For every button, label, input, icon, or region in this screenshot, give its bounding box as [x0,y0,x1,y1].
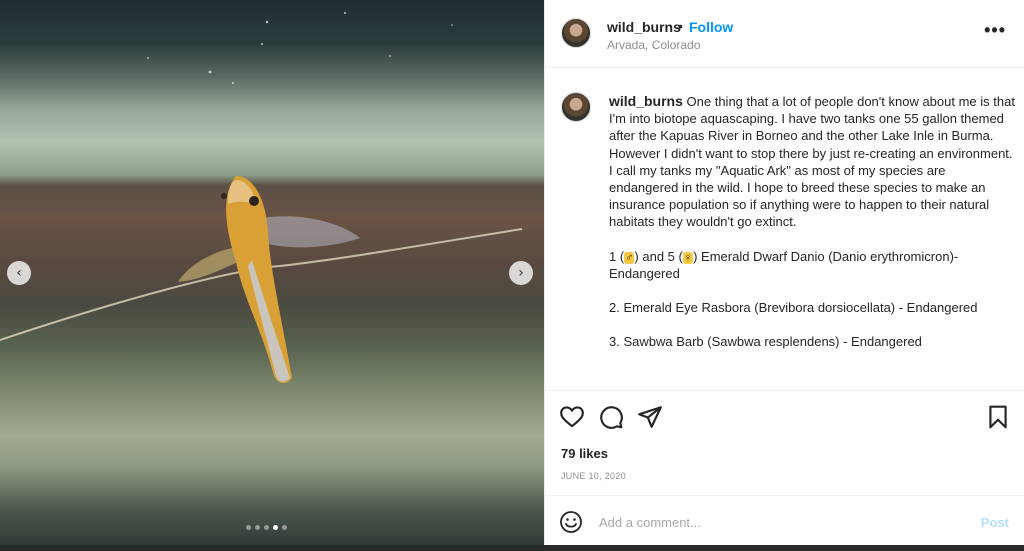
carousel-dot [264,525,269,530]
chevron-left-icon: ‹ [16,265,22,281]
post-comment-button[interactable]: Post [981,515,1009,530]
caption-paragraph-2: However I didn't want to stop there by j… [609,145,1013,230]
bottom-strip [0,545,1024,551]
caption-avatar[interactable] [561,92,591,122]
comment-icon[interactable] [598,404,624,430]
carousel-dot [246,525,251,530]
carousel-prev-button[interactable]: ‹ [7,261,31,285]
heart-icon[interactable] [559,404,585,430]
species-line-3: 3. Sawbwa Barb (Sawbwa resplendens) - En… [609,334,922,350]
carousel-dot [282,525,287,530]
species-line-1: 1 (♂) and 5 (♀) Emerald Dwarf Danio (Dan… [609,248,959,281]
share-icon[interactable] [637,404,663,430]
avatar[interactable] [561,18,591,48]
caption-username[interactable]: wild_burns [609,93,683,109]
author-username[interactable]: wild_burns [607,19,681,35]
post-details-panel: wild_burns • Follow Arvada, Colorado •••… [544,0,1024,545]
carousel-indicator [246,525,287,530]
carousel-next-button[interactable]: › [509,261,533,285]
post-caption: wild_burns One thing that a lot of peopl… [545,68,1024,390]
more-options-icon[interactable]: ••• [984,20,1006,41]
separator-dot: • [678,18,683,34]
species-line-2: 2. Emerald Eye Rasbora (Brevibora dorsio… [609,300,978,316]
comment-input[interactable] [599,512,969,532]
carousel-dot [255,525,260,530]
likes-count[interactable]: 79 likes [561,446,608,461]
male-emoji-icon: ♂ [624,251,635,264]
post-location[interactable]: Arvada, Colorado [607,38,700,52]
bookmark-icon[interactable] [985,404,1011,430]
post-header: wild_burns • Follow Arvada, Colorado ••• [545,0,1024,68]
post-date[interactable]: JUNE 10, 2020 [561,471,626,481]
follow-button[interactable]: Follow [689,19,733,35]
caption-text: wild_burns One thing that a lot of peopl… [609,93,1015,350]
post-actions: 79 likes JUNE 10, 2020 [545,390,1024,495]
carousel-dot-active [273,525,278,530]
fish-photo [0,12,523,384]
post-photo: ‹ › [0,0,544,545]
chevron-right-icon: › [518,265,524,281]
comment-bar: Post [545,495,1024,545]
emoji-icon[interactable] [559,510,583,534]
female-emoji-icon: ♀ [682,251,694,264]
